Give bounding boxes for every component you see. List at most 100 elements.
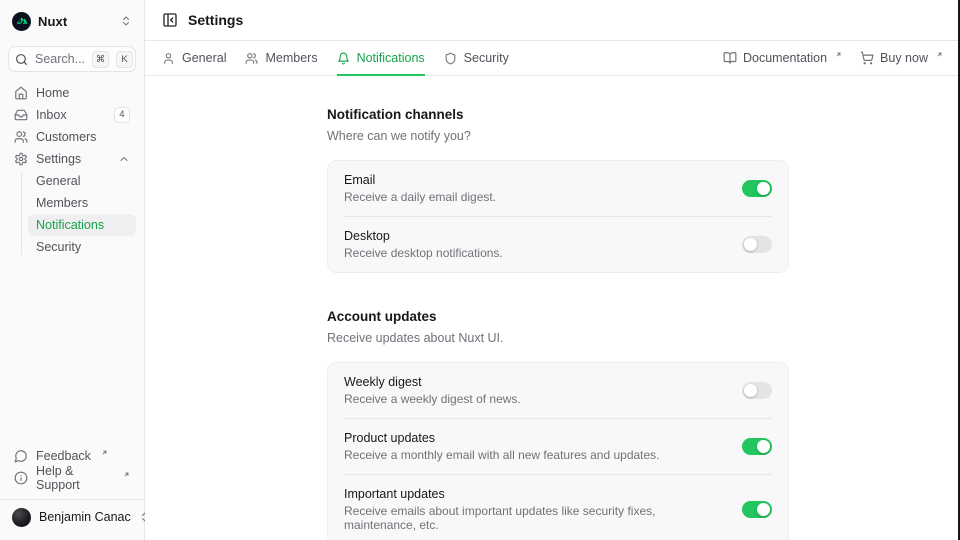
documentation-link[interactable]: Documentation [723,41,842,75]
sidebar-item-inbox[interactable]: Inbox 4 [8,104,136,126]
user-name: Benjamin Canac [39,510,131,524]
chevron-up-icon [118,153,130,165]
workspace-name: Nuxt [38,14,113,29]
page-title: Settings [188,12,243,28]
external-link-icon [101,449,108,456]
sidebar-footer: Feedback Help & Support [8,445,136,493]
tab-label: General [182,51,226,65]
setting-title: Desktop [344,229,726,243]
customers-icon [14,130,28,144]
inbox-icon [14,108,28,122]
sidebar-item-label: Inbox [36,108,67,122]
buy-now-link[interactable]: Buy now [860,41,943,75]
tab-general[interactable]: General [162,41,226,75]
important-updates-toggle[interactable] [742,501,772,518]
bell-icon [337,52,350,65]
section-description: Receive updates about Nuxt UI. [327,331,789,345]
tab-notifications[interactable]: Notifications [337,41,425,75]
kbd-meta: ⌘ [92,51,109,68]
user-avatar [12,508,31,527]
sidebar-item-general[interactable]: General [28,170,136,192]
setting-row-weekly-digest: Weekly digest Receive a weekly digest of… [344,363,772,418]
setting-description: Receive a daily email digest. [344,190,726,204]
inbox-count-badge: 4 [114,107,130,122]
external-link-icon [936,51,943,58]
page-header: Settings [145,0,960,41]
workspace-switcher[interactable]: Nuxt [8,8,136,34]
setting-row-email: Email Receive a daily email digest. [344,161,772,216]
collapse-sidebar-button[interactable] [162,12,178,28]
notifications-panel: Notification channels Where can we notif… [145,76,960,540]
search-icon [15,53,28,66]
user-icon [162,52,175,65]
setting-description: Receive emails about important updates l… [344,504,726,532]
sidebar-item-home[interactable]: Home [8,82,136,104]
feedback-label: Feedback [36,449,91,463]
settings-card: Weekly digest Receive a weekly digest of… [327,362,789,540]
sidebar-item-label: Members [36,196,88,210]
kbd-k: K [116,51,133,68]
email-toggle[interactable] [742,180,772,197]
product-updates-toggle[interactable] [742,438,772,455]
sidebar: Nuxt Search... ⌘ K Home Inbox 4 Customer… [0,0,145,540]
help-support-link[interactable]: Help & Support [8,467,136,489]
gear-icon [14,152,28,166]
section-description: Where can we notify you? [327,129,789,143]
weekly-digest-toggle[interactable] [742,382,772,399]
search-input[interactable]: Search... ⌘ K [8,46,136,72]
sidebar-item-members[interactable]: Members [28,192,136,214]
chevrons-up-down-icon [120,15,132,27]
setting-title: Product updates [344,431,726,445]
setting-title: Important updates [344,487,726,501]
sidebar-item-settings[interactable]: Settings [8,148,136,170]
settings-tabbar: General Members Notifications Security D… [145,41,960,76]
setting-description: Receive desktop notifications. [344,246,726,260]
user-menu[interactable]: Benjamin Canac [8,502,136,532]
external-link-icon [835,51,842,58]
settings-subnav: General Members Notifications Security [8,170,136,258]
tab-label: Notifications [357,51,425,65]
section-title: Notification channels [327,107,789,122]
settings-card: Email Receive a daily email digest. Desk… [327,160,789,273]
home-icon [14,86,28,100]
nuxt-logo-icon [12,12,31,31]
documentation-label: Documentation [743,51,827,65]
sidebar-item-label: Home [36,86,69,100]
section-notification-channels: Notification channels Where can we notif… [327,107,789,273]
external-link-icon [123,471,130,478]
setting-description: Receive a weekly digest of news. [344,392,726,406]
tab-security[interactable]: Security [444,41,509,75]
search-placeholder: Search... [35,52,85,66]
desktop-toggle[interactable] [742,236,772,253]
users-icon [245,52,258,65]
app-window: Nuxt Search... ⌘ K Home Inbox 4 Customer… [0,0,960,540]
tab-members[interactable]: Members [245,41,317,75]
tab-label: Security [464,51,509,65]
sidebar-item-customers[interactable]: Customers [8,126,136,148]
setting-title: Weekly digest [344,375,726,389]
info-circle-icon [14,471,28,485]
tab-label: Members [265,51,317,65]
setting-description: Receive a monthly email with all new fea… [344,448,726,462]
setting-row-important-updates: Important updates Receive emails about i… [344,474,772,540]
section-title: Account updates [327,309,789,324]
sidebar-item-label: Security [36,240,81,254]
setting-row-product-updates: Product updates Receive a monthly email … [344,418,772,474]
chat-bubble-icon [14,449,28,463]
sidebar-item-security[interactable]: Security [28,236,136,258]
buy-now-label: Buy now [880,51,928,65]
main-area: Settings General Members Notifications S… [145,0,960,540]
sidebar-nav: Home Inbox 4 Customers Settings General [8,82,136,258]
sidebar-item-notifications[interactable]: Notifications [28,214,136,236]
setting-title: Email [344,173,726,187]
setting-row-desktop: Desktop Receive desktop notifications. [344,216,772,272]
sidebar-item-label: Customers [36,130,96,144]
sidebar-item-label: Notifications [36,218,104,232]
sidebar-divider [0,499,144,500]
help-support-label: Help & Support [36,464,113,492]
book-open-icon [723,51,737,65]
sidebar-item-label: General [36,174,80,188]
shield-icon [444,52,457,65]
sidebar-item-label: Settings [36,152,81,166]
section-account-updates: Account updates Receive updates about Nu… [327,309,789,540]
